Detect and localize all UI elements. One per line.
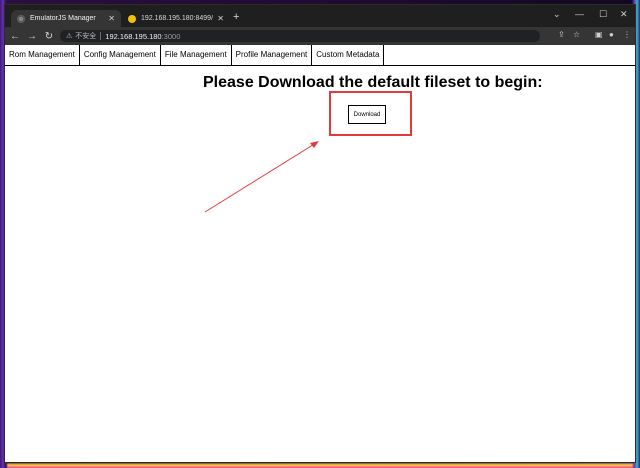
tab-title: 192.168.195.180:8499/filebrow <box>141 15 214 22</box>
page-content: Rom Management Config Management File Ma… <box>5 45 635 462</box>
menu-icon[interactable]: ⋮ <box>623 30 631 39</box>
security-label: 不安全 <box>75 33 97 40</box>
maximize-button[interactable]: ☐ <box>599 9 607 20</box>
tab-strip: EmulatorJS Manager ✕ 192.168.195.180:849… <box>5 5 635 27</box>
new-tab-button[interactable]: + <box>233 11 239 23</box>
tab-title: EmulatorJS Manager <box>30 15 96 22</box>
tab-filebrowser[interactable]: 192.168.195.180:8499/filebrow ✕ <box>122 10 230 27</box>
close-window-button[interactable]: ✕ <box>620 9 628 20</box>
annotation-arrow <box>204 141 319 213</box>
browser-window: EmulatorJS Manager ✕ 192.168.195.180:849… <box>5 5 635 462</box>
url-host: 192.168.195.180 <box>105 31 162 41</box>
star-icon[interactable]: ☆ <box>573 30 580 39</box>
pacman-icon <box>128 14 136 23</box>
close-icon[interactable]: ✕ <box>217 14 224 23</box>
profile-icon[interactable]: ● <box>609 30 614 39</box>
tab-emulatorjs-manager[interactable]: EmulatorJS Manager ✕ <box>11 10 121 27</box>
address-bar[interactable]: ⚠ 不安全 192.168.195.180 :3000 <box>60 30 540 42</box>
share-icon[interactable]: ⇪ <box>558 30 565 39</box>
chevron-down-icon[interactable]: ⌄ <box>553 9 561 20</box>
sidebar-icon[interactable]: ▣ <box>595 30 603 39</box>
gear-icon <box>17 14 25 23</box>
close-icon[interactable]: ✕ <box>108 14 115 23</box>
url-port: :3000 <box>161 31 181 41</box>
forward-icon[interactable]: → <box>25 31 39 42</box>
minimize-button[interactable]: — <box>575 9 584 19</box>
browser-toolbar: ← → ↻ ⚠ 不安全 192.168.195.180 :3000 ⇪ ☆ ▣ … <box>5 27 635 45</box>
reload-icon[interactable]: ↻ <box>42 31 56 42</box>
back-icon[interactable]: ← <box>8 31 22 42</box>
divider <box>100 32 102 40</box>
warning-icon[interactable]: ⚠ <box>66 32 72 40</box>
